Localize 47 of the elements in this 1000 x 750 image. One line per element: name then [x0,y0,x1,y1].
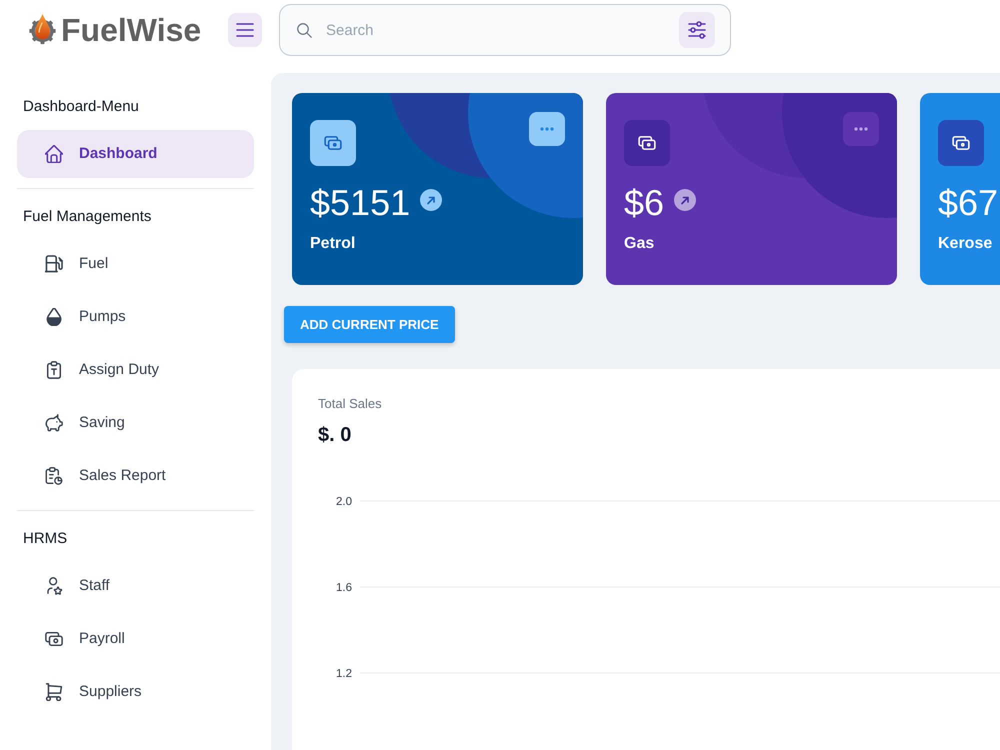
search-icon [297,23,312,38]
sidebar-item[interactable]: Dashboard [17,130,254,178]
sidebar-item[interactable]: Sales Report [17,452,254,500]
sales-title: Total Sales [318,396,383,412]
droplet-icon [45,308,63,326]
search-field[interactable]: Search [279,4,731,56]
cash-icon [624,120,670,166]
y-axis-label: 1.2 [336,668,352,680]
filter-button[interactable] [679,12,715,48]
brand-name: FuelWise [61,14,202,46]
sidebar-item[interactable]: Saving [17,399,254,447]
more-button[interactable] [529,112,565,146]
price-value: $5151 [310,181,410,224]
cart-icon [45,683,63,701]
sidebar-item[interactable]: Fuel [17,240,254,288]
section-heading: Fuel Managements [22,207,152,227]
cash-icon [45,630,63,648]
piggy-bank-icon [45,414,63,432]
sidebar-item[interactable]: Suppliers [17,668,254,716]
home-icon [45,145,63,163]
price-value: $67 [938,181,998,224]
sidebar-item[interactable]: Assign Duty [17,346,254,394]
menu-icon [236,23,254,37]
sidebar-item[interactable]: Payroll [17,615,254,663]
arrow-up-right-icon [674,189,696,211]
section-heading: Dashboard-Menu [22,97,140,117]
user-star-icon [45,577,63,595]
fuel-label: Petrol [310,234,356,254]
sliders-icon [688,21,706,39]
clipboard-icon [45,361,63,379]
fuel-label: Gas [624,234,656,254]
ellipsis-icon [854,127,868,131]
price-value: $6 [624,181,664,224]
section-heading: HRMS [22,529,68,549]
y-axis-label: 1.6 [336,582,352,594]
y-axis-label: 2.0 [336,496,352,508]
sidebar-item[interactable]: Pumps [17,293,254,341]
ellipsis-icon [540,127,554,131]
fuel-label: Kerose [938,234,994,254]
sidebar-item[interactable]: Staff [17,562,254,610]
menu-button[interactable] [228,13,262,47]
arrow-up-right-icon [420,189,442,211]
gas-pump-icon [45,255,63,273]
cash-icon [310,120,356,166]
clipboard-clock-icon [45,467,63,485]
sales-total: $. 0 [318,423,352,447]
cash-icon [938,120,984,166]
